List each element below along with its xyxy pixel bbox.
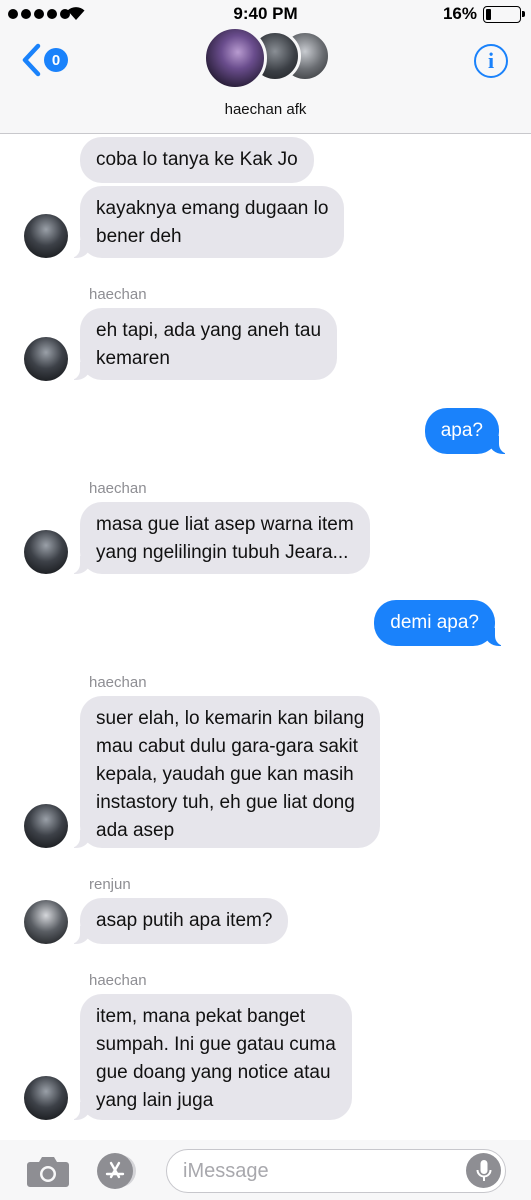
unread-count-badge: 0 [44,48,68,72]
info-button[interactable]: i [474,44,508,78]
sender-avatar[interactable] [24,530,68,574]
sender-name: haechan [89,972,147,989]
sender-avatar[interactable] [24,804,68,848]
sender-avatar[interactable] [24,900,68,944]
chevron-left-icon [22,43,41,77]
message-bubble-outgoing[interactable]: demi apa? [374,600,507,646]
sender-name: haechan [89,674,147,691]
app-store-icon [105,1161,125,1179]
message-bubble-incoming[interactable]: coba lo tanya ke Kak Jo [80,137,314,183]
battery-level-fill [486,9,491,20]
camera-icon[interactable] [26,1154,70,1188]
message-bubble-incoming[interactable]: suer elah, lo kemarin kan bilang mau cab… [67,696,381,848]
message-bubble-outgoing[interactable]: apa? [424,408,512,454]
message-field[interactable] [166,1149,506,1193]
microphone-icon [476,1159,491,1181]
app-store-button[interactable] [97,1153,133,1189]
battery-percent: 16% [442,4,477,23]
group-name[interactable]: haechan afk [0,101,531,118]
message-bubble-incoming[interactable]: asap putih apa item? [67,898,289,944]
message-bubble-incoming[interactable]: masa gue liat asep warna item yang ngeli… [68,502,370,574]
back-button[interactable]: 0 [20,42,68,78]
info-icon: i [487,48,495,73]
status-bar: 9:40 PM 16% [0,0,531,28]
dictation-button[interactable] [466,1153,501,1188]
battery-icon [483,6,525,23]
sender-name: haechan [89,480,147,497]
message-bubble-incoming[interactable]: item, mana pekat banget sumpah. Ini gue … [68,994,352,1120]
message-input[interactable] [183,1156,453,1186]
sender-avatar[interactable] [24,214,68,258]
sender-avatar[interactable] [24,1076,68,1120]
sender-name: haechan [89,286,147,303]
avatar [203,26,267,90]
message-bubble-incoming[interactable]: kayaknya emang dugaan lo bener deh [67,186,345,258]
message-bubble-incoming[interactable]: eh tapi, ada yang aneh tau kemaren [67,308,338,380]
sender-avatar[interactable] [24,337,68,381]
sender-name: renjun [89,876,131,893]
group-avatars[interactable] [203,26,331,90]
message-composer-bar [0,1140,531,1200]
